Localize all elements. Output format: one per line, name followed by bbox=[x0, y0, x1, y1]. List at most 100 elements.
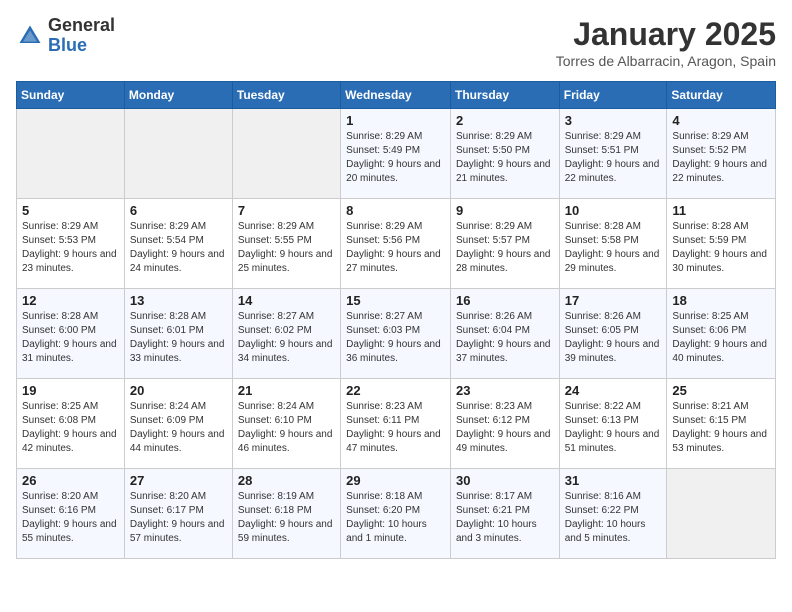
weekday-header: Thursday bbox=[450, 82, 559, 109]
day-info: Sunrise: 8:23 AMSunset: 6:12 PMDaylight:… bbox=[456, 400, 554, 456]
calendar-cell: 27 Sunrise: 8:20 AMSunset: 6:17 PMDayligh… bbox=[124, 469, 232, 559]
day-info: Sunrise: 8:20 AMSunset: 6:17 PMDaylight:… bbox=[130, 490, 227, 546]
day-number: 11 bbox=[672, 203, 770, 218]
calendar-cell: 1 Sunrise: 8:29 AMSunset: 5:49 PMDaylight… bbox=[341, 109, 451, 199]
day-info: Sunrise: 8:29 AMSunset: 5:54 PMDaylight:… bbox=[130, 220, 227, 276]
calendar-cell: 25 Sunrise: 8:21 AMSunset: 6:15 PMDayligh… bbox=[667, 379, 776, 469]
calendar-cell: 15 Sunrise: 8:27 AMSunset: 6:03 PMDayligh… bbox=[341, 289, 451, 379]
calendar-cell: 5Sunrise: 8:29 AMSunset: 5:53 PMDaylight… bbox=[17, 199, 125, 289]
calendar-body: 1 Sunrise: 8:29 AMSunset: 5:49 PMDaylight… bbox=[17, 109, 776, 559]
day-number: 2 bbox=[456, 113, 554, 128]
calendar-week: 19 Sunrise: 8:25 AMSunset: 6:08 PMDayligh… bbox=[17, 379, 776, 469]
day-info: Sunrise: 8:28 AMSunset: 6:01 PMDaylight:… bbox=[130, 310, 227, 366]
day-info: Sunrise: 8:29 AMSunset: 5:56 PMDaylight:… bbox=[346, 220, 445, 276]
weekday-header: Tuesday bbox=[232, 82, 340, 109]
day-number: 23 bbox=[456, 383, 554, 398]
day-info: Sunrise: 8:29 AMSunset: 5:51 PMDaylight:… bbox=[565, 130, 662, 186]
logo-icon bbox=[16, 22, 44, 50]
calendar-cell bbox=[232, 109, 340, 199]
day-number: 15 bbox=[346, 293, 445, 308]
day-info: Sunrise: 8:26 AMSunset: 6:04 PMDaylight:… bbox=[456, 310, 554, 366]
day-info: Sunrise: 8:26 AMSunset: 6:05 PMDaylight:… bbox=[565, 310, 662, 366]
calendar-cell: 7 Sunrise: 8:29 AMSunset: 5:55 PMDaylight… bbox=[232, 199, 340, 289]
day-number: 26 bbox=[22, 473, 119, 488]
weekday-row: SundayMondayTuesdayWednesdayThursdayFrid… bbox=[17, 82, 776, 109]
day-number: 28 bbox=[238, 473, 335, 488]
calendar-cell: 14Sunrise: 8:27 AMSunset: 6:02 PMDayligh… bbox=[232, 289, 340, 379]
day-number: 6 bbox=[130, 203, 227, 218]
calendar-cell: 29 Sunrise: 8:18 AMSunset: 6:20 PMDayligh… bbox=[341, 469, 451, 559]
weekday-header: Wednesday bbox=[341, 82, 451, 109]
day-number: 22 bbox=[346, 383, 445, 398]
calendar-cell: 21Sunrise: 8:24 AMSunset: 6:10 PMDayligh… bbox=[232, 379, 340, 469]
day-info: Sunrise: 8:19 AMSunset: 6:18 PMDaylight:… bbox=[238, 490, 335, 546]
day-number: 25 bbox=[672, 383, 770, 398]
day-number: 4 bbox=[672, 113, 770, 128]
day-info: Sunrise: 8:18 AMSunset: 6:20 PMDaylight:… bbox=[346, 490, 445, 546]
calendar-cell: 31 Sunrise: 8:16 AMSunset: 6:22 PMDayligh… bbox=[559, 469, 667, 559]
calendar-cell: 11 Sunrise: 8:28 AMSunset: 5:59 PMDayligh… bbox=[667, 199, 776, 289]
calendar-cell: 4Sunrise: 8:29 AMSunset: 5:52 PMDaylight… bbox=[667, 109, 776, 199]
day-number: 29 bbox=[346, 473, 445, 488]
calendar-cell: 3Sunrise: 8:29 AMSunset: 5:51 PMDaylight… bbox=[559, 109, 667, 199]
calendar-header: SundayMondayTuesdayWednesdayThursdayFrid… bbox=[17, 82, 776, 109]
calendar-cell: 23 Sunrise: 8:23 AMSunset: 6:12 PMDayligh… bbox=[450, 379, 559, 469]
day-info: Sunrise: 8:24 AMSunset: 6:09 PMDaylight:… bbox=[130, 400, 227, 456]
day-number: 31 bbox=[565, 473, 662, 488]
month-title: January 2025 bbox=[556, 16, 776, 53]
day-info: Sunrise: 8:20 AMSunset: 6:16 PMDaylight:… bbox=[22, 490, 119, 546]
day-number: 9 bbox=[456, 203, 554, 218]
calendar-week: 12Sunrise: 8:28 AMSunset: 6:00 PMDayligh… bbox=[17, 289, 776, 379]
logo-general: General bbox=[48, 16, 115, 36]
day-info: Sunrise: 8:28 AMSunset: 5:59 PMDaylight:… bbox=[672, 220, 770, 276]
calendar-cell: 12Sunrise: 8:28 AMSunset: 6:00 PMDayligh… bbox=[17, 289, 125, 379]
title-section: January 2025 Torres de Albarracin, Arago… bbox=[556, 16, 776, 69]
calendar-cell bbox=[667, 469, 776, 559]
day-number: 19 bbox=[22, 383, 119, 398]
day-number: 30 bbox=[456, 473, 554, 488]
day-info: Sunrise: 8:25 AMSunset: 6:06 PMDaylight:… bbox=[672, 310, 770, 366]
day-info: Sunrise: 8:29 AMSunset: 5:55 PMDaylight:… bbox=[238, 220, 335, 276]
day-info: Sunrise: 8:16 AMSunset: 6:22 PMDaylight:… bbox=[565, 490, 662, 546]
day-info: Sunrise: 8:29 AMSunset: 5:49 PMDaylight:… bbox=[346, 130, 445, 186]
day-info: Sunrise: 8:29 AMSunset: 5:53 PMDaylight:… bbox=[22, 220, 119, 276]
weekday-header: Sunday bbox=[17, 82, 125, 109]
weekday-header: Monday bbox=[124, 82, 232, 109]
calendar-cell: 30 Sunrise: 8:17 AMSunset: 6:21 PMDayligh… bbox=[450, 469, 559, 559]
weekday-header: Saturday bbox=[667, 82, 776, 109]
calendar-cell: 13 Sunrise: 8:28 AMSunset: 6:01 PMDayligh… bbox=[124, 289, 232, 379]
day-number: 21 bbox=[238, 383, 335, 398]
location-title: Torres de Albarracin, Aragon, Spain bbox=[556, 53, 776, 69]
day-info: Sunrise: 8:17 AMSunset: 6:21 PMDaylight:… bbox=[456, 490, 554, 546]
day-number: 16 bbox=[456, 293, 554, 308]
calendar-cell: 2 Sunrise: 8:29 AMSunset: 5:50 PMDaylight… bbox=[450, 109, 559, 199]
calendar-cell: 6 Sunrise: 8:29 AMSunset: 5:54 PMDaylight… bbox=[124, 199, 232, 289]
calendar-cell: 19 Sunrise: 8:25 AMSunset: 6:08 PMDayligh… bbox=[17, 379, 125, 469]
day-number: 14 bbox=[238, 293, 335, 308]
weekday-header: Friday bbox=[559, 82, 667, 109]
day-number: 24 bbox=[565, 383, 662, 398]
calendar-cell: 9Sunrise: 8:29 AMSunset: 5:57 PMDaylight… bbox=[450, 199, 559, 289]
calendar-cell: 16 Sunrise: 8:26 AMSunset: 6:04 PMDayligh… bbox=[450, 289, 559, 379]
day-number: 17 bbox=[565, 293, 662, 308]
calendar-cell: 24Sunrise: 8:22 AMSunset: 6:13 PMDayligh… bbox=[559, 379, 667, 469]
page-header: General Blue January 2025 Torres de Alba… bbox=[16, 16, 776, 69]
day-number: 18 bbox=[672, 293, 770, 308]
calendar-cell bbox=[17, 109, 125, 199]
day-number: 20 bbox=[130, 383, 227, 398]
logo: General Blue bbox=[16, 16, 115, 56]
day-number: 7 bbox=[238, 203, 335, 218]
day-info: Sunrise: 8:25 AMSunset: 6:08 PMDaylight:… bbox=[22, 400, 119, 456]
day-number: 8 bbox=[346, 203, 445, 218]
calendar-cell: 10Sunrise: 8:28 AMSunset: 5:58 PMDayligh… bbox=[559, 199, 667, 289]
calendar-week: 26 Sunrise: 8:20 AMSunset: 6:16 PMDayligh… bbox=[17, 469, 776, 559]
logo-blue: Blue bbox=[48, 36, 115, 56]
day-info: Sunrise: 8:29 AMSunset: 5:50 PMDaylight:… bbox=[456, 130, 554, 186]
logo-text: General Blue bbox=[48, 16, 115, 56]
day-info: Sunrise: 8:27 AMSunset: 6:03 PMDaylight:… bbox=[346, 310, 445, 366]
day-number: 27 bbox=[130, 473, 227, 488]
calendar-cell: 17 Sunrise: 8:26 AMSunset: 6:05 PMDayligh… bbox=[559, 289, 667, 379]
day-number: 1 bbox=[346, 113, 445, 128]
day-number: 13 bbox=[130, 293, 227, 308]
day-info: Sunrise: 8:21 AMSunset: 6:15 PMDaylight:… bbox=[672, 400, 770, 456]
